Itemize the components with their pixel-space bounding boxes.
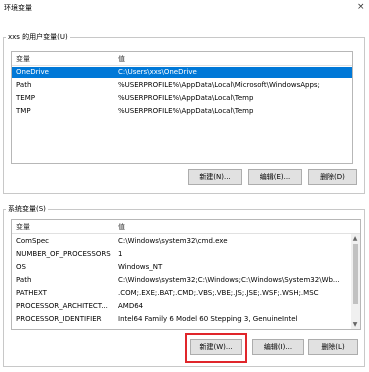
system-delete-button[interactable]: 删除(L) — [308, 339, 358, 355]
system-vars-scrollbar[interactable]: ▲ ▼ — [351, 234, 360, 329]
user-vars-header: 变量 值 — [12, 52, 352, 66]
system-vars-list[interactable]: 变量 值 ComSpec C:\Windows\system32\cmd.exe… — [11, 219, 361, 330]
system-vars-header: 变量 值 — [12, 220, 360, 234]
variable-name: TEMP — [16, 94, 35, 102]
variable-value: C:\Users\xxs\OneDrive — [118, 68, 197, 76]
table-row[interactable]: TEMP %USERPROFILE%\AppData\Local\Temp — [12, 93, 352, 104]
variable-name: PROCESSOR_IDENTIFIER — [16, 315, 102, 323]
variable-name: OS — [16, 263, 26, 271]
table-row[interactable]: OS Windows_NT — [12, 262, 360, 273]
variable-name: PATHEXT — [16, 289, 47, 297]
variable-value: C:\Windows\system32\cmd.exe — [118, 237, 228, 245]
column-header-variable[interactable]: 变量 — [16, 222, 30, 232]
table-row[interactable]: NUMBER_OF_PROCESSORS 1 — [12, 249, 360, 260]
user-new-button[interactable]: 新建(N)... — [188, 169, 242, 185]
table-row[interactable]: Path %USERPROFILE%\AppData\Local\Microso… — [12, 80, 352, 91]
variable-value: Intel64 Family 6 Model 60 Stepping 3, Ge… — [118, 315, 298, 323]
variable-value: C:\Windows\system32;C:\Windows;C:\Window… — [118, 276, 340, 284]
variable-value: 1 — [118, 250, 123, 258]
scrollbar-thumb[interactable] — [353, 244, 358, 304]
column-header-value[interactable]: 值 — [118, 54, 125, 64]
variable-value: AMD64 — [118, 302, 144, 310]
system-vars-label: 系统变量(S) — [6, 204, 48, 214]
table-row[interactable]: PROCESSOR_ARCHITECT... AMD64 — [12, 301, 360, 312]
variable-name: Path — [16, 81, 32, 89]
column-header-variable[interactable]: 变量 — [16, 54, 30, 64]
highlight-box — [185, 333, 247, 363]
table-row[interactable]: PROCESSOR_IDENTIFIER Intel64 Family 6 Mo… — [12, 314, 360, 325]
table-row[interactable]: ComSpec C:\Windows\system32\cmd.exe — [12, 236, 360, 247]
table-row[interactable]: Path C:\Windows\system32;C:\Windows;C:\W… — [12, 275, 360, 286]
variable-value: %USERPROFILE%\AppData\Local\Microsoft\Wi… — [118, 81, 320, 89]
window-title: 环境变量 — [4, 4, 32, 12]
variable-name: Path — [16, 276, 32, 284]
user-vars-label: xxs 的用户变量(U) — [6, 32, 70, 42]
user-edit-button[interactable]: 编辑(E)... — [248, 169, 302, 185]
variable-value: %USERPROFILE%\AppData\Local\Temp — [118, 107, 254, 115]
table-row[interactable]: PATHEXT .COM;.EXE;.BAT;.CMD;.VBS;.VBE;.J… — [12, 288, 360, 299]
variable-name: NUMBER_OF_PROCESSORS — [16, 250, 111, 258]
variable-value: .COM;.EXE;.BAT;.CMD;.VBS;.VBE;.JS;.JSE;.… — [118, 289, 319, 297]
user-vars-list[interactable]: 变量 值 OneDrive C:\Users\xxs\OneDrive Path… — [11, 51, 353, 164]
system-edit-button[interactable]: 编辑(I)... — [252, 339, 304, 355]
variable-name: OneDrive — [16, 68, 49, 76]
variable-name: ComSpec — [16, 237, 50, 245]
variable-name: PROCESSOR_ARCHITECT... — [16, 302, 108, 310]
variable-name: TMP — [16, 107, 31, 115]
scroll-down-icon[interactable]: ▼ — [351, 321, 359, 328]
table-row[interactable]: OneDrive C:\Users\xxs\OneDrive — [12, 67, 352, 78]
user-delete-button[interactable]: 删除(D) — [308, 169, 357, 185]
variable-value: Windows_NT — [118, 263, 163, 271]
column-header-value[interactable]: 值 — [118, 222, 125, 232]
table-row[interactable]: TMP %USERPROFILE%\AppData\Local\Temp — [12, 106, 352, 117]
variable-value: %USERPROFILE%\AppData\Local\Temp — [118, 94, 254, 102]
scroll-up-icon[interactable]: ▲ — [351, 235, 359, 242]
close-icon[interactable]: × — [357, 2, 365, 12]
